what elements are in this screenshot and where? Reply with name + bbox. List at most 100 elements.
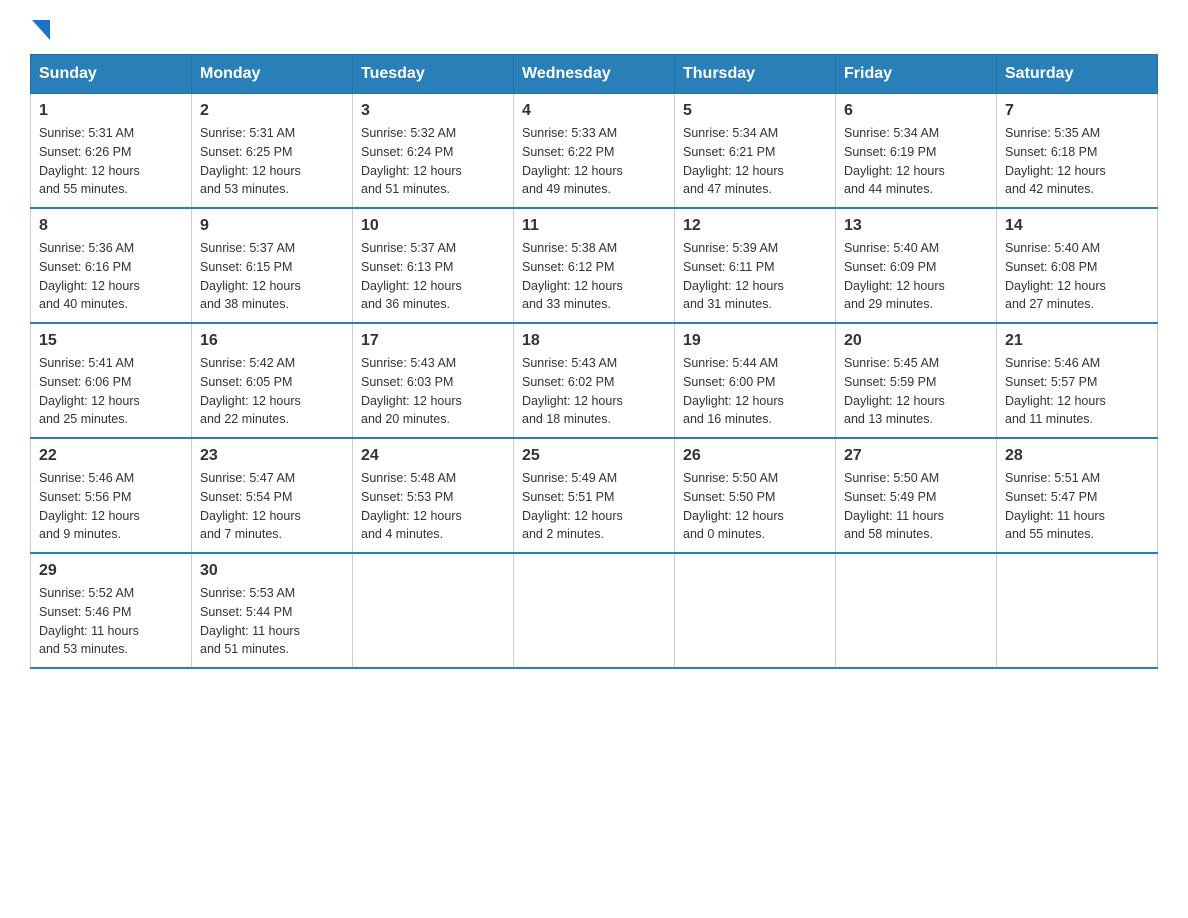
calendar-cell: 16 Sunrise: 5:42 AMSunset: 6:05 PMDayligh…: [192, 323, 353, 438]
day-info: Sunrise: 5:40 AMSunset: 6:08 PMDaylight:…: [1005, 239, 1149, 314]
calendar-cell: 28 Sunrise: 5:51 AMSunset: 5:47 PMDayligh…: [997, 438, 1158, 553]
day-info: Sunrise: 5:33 AMSunset: 6:22 PMDaylight:…: [522, 124, 666, 199]
day-info: Sunrise: 5:43 AMSunset: 6:03 PMDaylight:…: [361, 354, 505, 429]
day-number: 20: [844, 332, 988, 350]
day-number: 22: [39, 447, 183, 465]
day-number: 25: [522, 447, 666, 465]
day-number: 23: [200, 447, 344, 465]
day-info: Sunrise: 5:48 AMSunset: 5:53 PMDaylight:…: [361, 469, 505, 544]
day-info: Sunrise: 5:37 AMSunset: 6:13 PMDaylight:…: [361, 239, 505, 314]
day-info: Sunrise: 5:44 AMSunset: 6:00 PMDaylight:…: [683, 354, 827, 429]
logo-triangle-icon: [32, 20, 50, 40]
calendar-cell: 30 Sunrise: 5:53 AMSunset: 5:44 PMDayligh…: [192, 553, 353, 668]
day-number: 2: [200, 102, 344, 120]
day-number: 10: [361, 217, 505, 235]
day-number: 18: [522, 332, 666, 350]
day-number: 27: [844, 447, 988, 465]
day-info: Sunrise: 5:46 AMSunset: 5:56 PMDaylight:…: [39, 469, 183, 544]
day-info: Sunrise: 5:46 AMSunset: 5:57 PMDaylight:…: [1005, 354, 1149, 429]
calendar-cell: 21 Sunrise: 5:46 AMSunset: 5:57 PMDayligh…: [997, 323, 1158, 438]
calendar-cell: 15 Sunrise: 5:41 AMSunset: 6:06 PMDayligh…: [31, 323, 192, 438]
day-info: Sunrise: 5:40 AMSunset: 6:09 PMDaylight:…: [844, 239, 988, 314]
day-info: Sunrise: 5:41 AMSunset: 6:06 PMDaylight:…: [39, 354, 183, 429]
calendar-cell: 23 Sunrise: 5:47 AMSunset: 5:54 PMDayligh…: [192, 438, 353, 553]
page-header: [30, 20, 1158, 34]
calendar-week-row: 8 Sunrise: 5:36 AMSunset: 6:16 PMDaylight…: [31, 208, 1158, 323]
weekday-header-tuesday: Tuesday: [353, 55, 514, 94]
day-number: 1: [39, 102, 183, 120]
day-info: Sunrise: 5:35 AMSunset: 6:18 PMDaylight:…: [1005, 124, 1149, 199]
day-info: Sunrise: 5:50 AMSunset: 5:50 PMDaylight:…: [683, 469, 827, 544]
calendar-cell: 26 Sunrise: 5:50 AMSunset: 5:50 PMDayligh…: [675, 438, 836, 553]
day-number: 24: [361, 447, 505, 465]
calendar-cell: 3 Sunrise: 5:32 AMSunset: 6:24 PMDaylight…: [353, 94, 514, 209]
day-number: 3: [361, 102, 505, 120]
day-number: 28: [1005, 447, 1149, 465]
day-info: Sunrise: 5:53 AMSunset: 5:44 PMDaylight:…: [200, 584, 344, 659]
calendar-cell: [997, 553, 1158, 668]
day-info: Sunrise: 5:34 AMSunset: 6:19 PMDaylight:…: [844, 124, 988, 199]
day-number: 9: [200, 217, 344, 235]
day-number: 15: [39, 332, 183, 350]
day-number: 12: [683, 217, 827, 235]
calendar-cell: 2 Sunrise: 5:31 AMSunset: 6:25 PMDaylight…: [192, 94, 353, 209]
day-info: Sunrise: 5:38 AMSunset: 6:12 PMDaylight:…: [522, 239, 666, 314]
day-number: 6: [844, 102, 988, 120]
calendar-cell: 19 Sunrise: 5:44 AMSunset: 6:00 PMDayligh…: [675, 323, 836, 438]
day-number: 19: [683, 332, 827, 350]
calendar-cell: 5Sunrise: 5:34 AMSunset: 6:21 PMDaylight…: [675, 94, 836, 209]
day-number: 11: [522, 217, 666, 235]
day-number: 7: [1005, 102, 1149, 120]
day-number: 4: [522, 102, 666, 120]
calendar-week-row: 22 Sunrise: 5:46 AMSunset: 5:56 PMDayligh…: [31, 438, 1158, 553]
weekday-header-row: SundayMondayTuesdayWednesdayThursdayFrid…: [31, 55, 1158, 94]
calendar-cell: 22 Sunrise: 5:46 AMSunset: 5:56 PMDayligh…: [31, 438, 192, 553]
day-number: 26: [683, 447, 827, 465]
day-info: Sunrise: 5:47 AMSunset: 5:54 PMDaylight:…: [200, 469, 344, 544]
weekday-header-saturday: Saturday: [997, 55, 1158, 94]
calendar-table: SundayMondayTuesdayWednesdayThursdayFrid…: [30, 54, 1158, 669]
calendar-cell: [514, 553, 675, 668]
calendar-cell: 18 Sunrise: 5:43 AMSunset: 6:02 PMDayligh…: [514, 323, 675, 438]
day-info: Sunrise: 5:36 AMSunset: 6:16 PMDaylight:…: [39, 239, 183, 314]
logo: [30, 20, 50, 34]
calendar-cell: [675, 553, 836, 668]
calendar-week-row: 15 Sunrise: 5:41 AMSunset: 6:06 PMDayligh…: [31, 323, 1158, 438]
day-number: 8: [39, 217, 183, 235]
day-number: 14: [1005, 217, 1149, 235]
day-number: 5: [683, 102, 827, 120]
day-info: Sunrise: 5:32 AMSunset: 6:24 PMDaylight:…: [361, 124, 505, 199]
day-number: 17: [361, 332, 505, 350]
day-info: Sunrise: 5:49 AMSunset: 5:51 PMDaylight:…: [522, 469, 666, 544]
calendar-cell: 8 Sunrise: 5:36 AMSunset: 6:16 PMDaylight…: [31, 208, 192, 323]
day-number: 13: [844, 217, 988, 235]
calendar-cell: 29Sunrise: 5:52 AMSunset: 5:46 PMDayligh…: [31, 553, 192, 668]
weekday-header-wednesday: Wednesday: [514, 55, 675, 94]
day-info: Sunrise: 5:37 AMSunset: 6:15 PMDaylight:…: [200, 239, 344, 314]
day-info: Sunrise: 5:31 AMSunset: 6:25 PMDaylight:…: [200, 124, 344, 199]
day-number: 21: [1005, 332, 1149, 350]
day-info: Sunrise: 5:51 AMSunset: 5:47 PMDaylight:…: [1005, 469, 1149, 544]
day-info: Sunrise: 5:42 AMSunset: 6:05 PMDaylight:…: [200, 354, 344, 429]
calendar-cell: 17 Sunrise: 5:43 AMSunset: 6:03 PMDayligh…: [353, 323, 514, 438]
calendar-cell: 10 Sunrise: 5:37 AMSunset: 6:13 PMDayligh…: [353, 208, 514, 323]
calendar-cell: 27Sunrise: 5:50 AMSunset: 5:49 PMDayligh…: [836, 438, 997, 553]
day-number: 16: [200, 332, 344, 350]
calendar-cell: 12 Sunrise: 5:39 AMSunset: 6:11 PMDayligh…: [675, 208, 836, 323]
calendar-week-row: 1 Sunrise: 5:31 AMSunset: 6:26 PMDaylight…: [31, 94, 1158, 209]
day-info: Sunrise: 5:39 AMSunset: 6:11 PMDaylight:…: [683, 239, 827, 314]
day-info: Sunrise: 5:45 AMSunset: 5:59 PMDaylight:…: [844, 354, 988, 429]
weekday-header-friday: Friday: [836, 55, 997, 94]
calendar-week-row: 29Sunrise: 5:52 AMSunset: 5:46 PMDayligh…: [31, 553, 1158, 668]
calendar-cell: 6 Sunrise: 5:34 AMSunset: 6:19 PMDaylight…: [836, 94, 997, 209]
calendar-cell: 13 Sunrise: 5:40 AMSunset: 6:09 PMDayligh…: [836, 208, 997, 323]
day-info: Sunrise: 5:43 AMSunset: 6:02 PMDaylight:…: [522, 354, 666, 429]
calendar-cell: 11 Sunrise: 5:38 AMSunset: 6:12 PMDayligh…: [514, 208, 675, 323]
calendar-cell: [353, 553, 514, 668]
calendar-cell: 4 Sunrise: 5:33 AMSunset: 6:22 PMDaylight…: [514, 94, 675, 209]
weekday-header-thursday: Thursday: [675, 55, 836, 94]
day-number: 30: [200, 562, 344, 580]
calendar-cell: 24 Sunrise: 5:48 AMSunset: 5:53 PMDayligh…: [353, 438, 514, 553]
day-info: Sunrise: 5:31 AMSunset: 6:26 PMDaylight:…: [39, 124, 183, 199]
day-number: 29: [39, 562, 183, 580]
